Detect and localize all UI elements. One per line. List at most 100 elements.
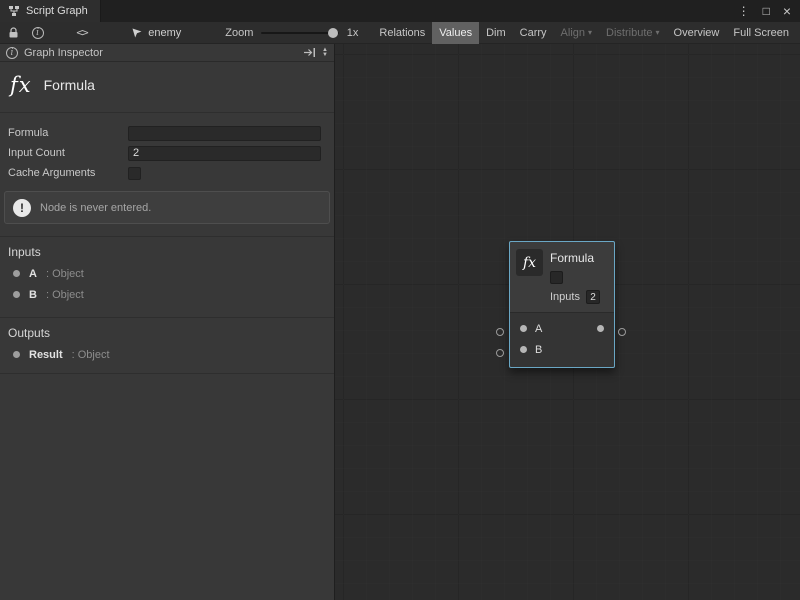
port-a-dot[interactable]: [520, 325, 527, 332]
cache-arguments-checkbox[interactable]: [128, 167, 141, 180]
distribute-label: Distribute: [606, 27, 652, 39]
inspector-header-actions: ▲ ▼: [303, 47, 328, 58]
port-dot-icon: [13, 291, 20, 298]
port-a-label: A: [535, 323, 542, 335]
node-port-row-a: A: [510, 318, 614, 339]
menu-kebab-icon[interactable]: ⋮: [738, 5, 750, 17]
inspector-header-title: Graph Inspector: [24, 47, 103, 59]
relations-label: Relations: [379, 27, 425, 39]
formula-field-label: Formula: [8, 127, 128, 139]
cache-arguments-field-row: Cache Arguments: [0, 163, 334, 183]
zoom-slider-handle[interactable]: [328, 28, 338, 38]
carry-button[interactable]: Carry: [513, 22, 554, 44]
input-count-input[interactable]: 2: [128, 146, 321, 161]
formula-field-row: Formula: [0, 123, 334, 143]
port-b-label: B: [535, 344, 542, 356]
info-button[interactable]: i: [28, 22, 46, 44]
tab-script-graph[interactable]: Script Graph: [0, 0, 101, 22]
warning-text: Node is never entered.: [40, 202, 151, 214]
inspector-title-block: fx Formula: [0, 62, 334, 113]
inspector-fields: Formula Input Count 2 Cache Arguments: [0, 123, 334, 183]
inputs-section-title: Inputs: [0, 243, 334, 263]
lock-icon: [8, 27, 19, 39]
chevron-down-icon: ▾: [588, 29, 592, 37]
port-dot-icon: [13, 351, 20, 358]
inputs-section: Inputs A : Object B : Object: [0, 236, 334, 305]
input-count-field-row: Input Count 2: [0, 143, 334, 163]
inspector-node-title: Formula: [44, 77, 95, 93]
section-divider: [0, 373, 334, 374]
input-port-a-row: A : Object: [0, 263, 334, 284]
window-controls: ⋮ □ ×: [738, 0, 800, 22]
full-screen-button[interactable]: Full Screen: [726, 22, 796, 44]
fx-icon: fx: [10, 73, 32, 97]
external-port-b[interactable]: [496, 349, 504, 357]
warning-icon: !: [13, 199, 31, 217]
unity-script-graph-window: Script Graph ⋮ □ × i <> enemy Zoom: [0, 0, 800, 600]
dim-label: Dim: [486, 27, 506, 39]
dim-button[interactable]: Dim: [479, 22, 513, 44]
formula-input[interactable]: [128, 126, 321, 141]
zoom-label: Zoom: [225, 27, 253, 39]
graph-pointer-icon: [131, 27, 143, 39]
formula-node-title-column: Formula: [550, 249, 594, 284]
chevron-down-icon: ▾: [656, 29, 660, 37]
zoom-slider[interactable]: [261, 32, 338, 34]
cache-arguments-field-label: Cache Arguments: [8, 167, 128, 179]
zoom-value: 1x: [347, 27, 359, 39]
info-icon: i: [6, 47, 18, 59]
overview-button[interactable]: Overview: [667, 22, 727, 44]
port-name: Result: [29, 349, 63, 361]
output-port-result-row: Result : Object: [0, 344, 334, 365]
node-inputs-row: Inputs 2: [510, 286, 614, 312]
node-formula-input[interactable]: [550, 271, 563, 284]
graph-icon: [8, 5, 20, 17]
align-button[interactable]: Align ▾: [554, 22, 599, 44]
input-count-field-label: Input Count: [8, 147, 128, 159]
values-button[interactable]: Values: [432, 22, 479, 44]
warning-banner: ! Node is never entered.: [4, 191, 330, 224]
full-screen-label: Full Screen: [733, 27, 789, 39]
distribute-button[interactable]: Distribute ▾: [599, 22, 666, 44]
port-type: : Object: [72, 349, 110, 361]
node-input-count-field[interactable]: 2: [586, 290, 600, 304]
formula-node[interactable]: fx Formula Inputs 2 A B: [509, 241, 615, 368]
port-type: : Object: [46, 289, 84, 301]
graph-inspector-panel: i Graph Inspector ▲ ▼ fx Formula Formula: [0, 44, 335, 600]
edit-script-button[interactable]: <>: [73, 22, 91, 44]
node-title: Formula: [550, 251, 594, 265]
carry-label: Carry: [520, 27, 547, 39]
node-ports: A B: [510, 312, 614, 367]
port-name: B: [29, 289, 37, 301]
code-icon: <>: [76, 26, 87, 39]
relations-button[interactable]: Relations: [372, 22, 432, 44]
external-port-result[interactable]: [618, 328, 626, 336]
dock-panel-icon[interactable]: [303, 47, 316, 58]
port-b-dot[interactable]: [520, 346, 527, 353]
inspector-header: i Graph Inspector ▲ ▼: [0, 44, 334, 62]
overview-label: Overview: [674, 27, 720, 39]
port-result-dot[interactable]: [597, 325, 604, 332]
fx-icon: fx: [516, 249, 543, 276]
graph-toolbar: i <> enemy Zoom 1x Relations Values Dim …: [0, 22, 800, 44]
tab-bar: Script Graph ⋮ □ ×: [0, 0, 800, 22]
panel-spinner[interactable]: ▲ ▼: [322, 48, 328, 58]
maximize-icon[interactable]: □: [763, 5, 770, 17]
node-port-row-b: B: [510, 339, 614, 360]
port-dot-icon: [13, 270, 20, 277]
port-name: A: [29, 268, 37, 280]
spinner-down-icon: ▼: [322, 53, 328, 58]
lock-button[interactable]: [4, 22, 22, 44]
input-port-b-row: B : Object: [0, 284, 334, 305]
node-inputs-label: Inputs: [550, 291, 580, 303]
graph-breadcrumb[interactable]: enemy: [131, 27, 181, 39]
graph-canvas[interactable]: fx Formula Inputs 2 A B: [335, 44, 800, 600]
outputs-section-title: Outputs: [0, 324, 334, 344]
values-label: Values: [439, 27, 472, 39]
outputs-section: Outputs Result : Object: [0, 317, 334, 374]
tab-label: Script Graph: [26, 5, 88, 17]
align-label: Align: [561, 27, 585, 39]
port-type: : Object: [46, 268, 84, 280]
close-icon[interactable]: ×: [783, 4, 791, 18]
external-port-a[interactable]: [496, 328, 504, 336]
